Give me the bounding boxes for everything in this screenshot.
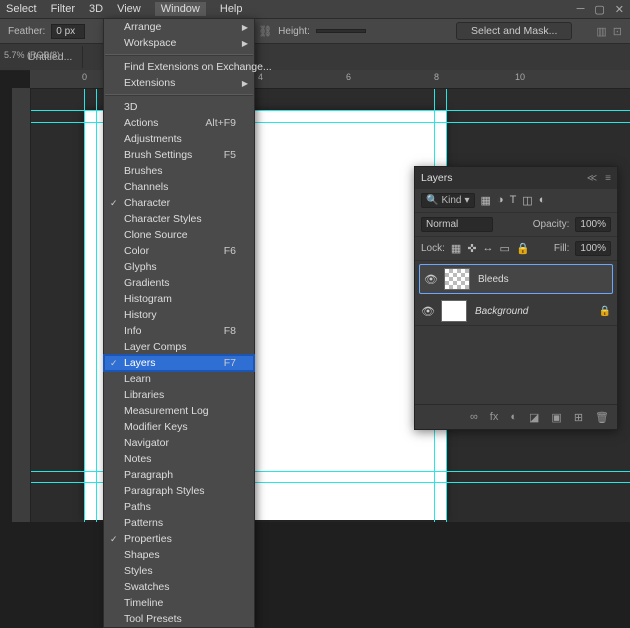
lock-fill-row: Lock: ▦✜↔▭🔒 Fill: 100% xyxy=(415,237,617,261)
layers-panel[interactable]: Layers ≪ ≡ 🔍 Kind ▾ ▦◑T◫◐ Normal Opacity:… xyxy=(414,166,618,430)
menu-item-history[interactable]: History xyxy=(104,307,254,323)
menu-item-learn[interactable]: Learn xyxy=(104,371,254,387)
layers-tab[interactable]: Layers xyxy=(421,172,453,184)
menu-item-brush-settings[interactable]: Brush SettingsF5 xyxy=(104,147,254,163)
lock-label: Lock: xyxy=(421,243,445,254)
close-icon[interactable]: ✕ xyxy=(615,3,624,16)
fill-label: Fill: xyxy=(554,243,570,254)
menu-item-channels[interactable]: Channels xyxy=(104,179,254,195)
menu-item-arrange[interactable]: Arrange▶ xyxy=(104,19,254,35)
select-and-mask-button[interactable]: Select and Mask... xyxy=(456,22,572,40)
lock-icons[interactable]: ▦✜↔▭🔒 xyxy=(451,242,530,255)
menu-item-modifier-keys[interactable]: Modifier Keys xyxy=(104,419,254,435)
panel-toggle-icon[interactable]: ▥ xyxy=(596,25,606,38)
adjustment-icon[interactable]: ◪ xyxy=(529,411,539,424)
menu-item-actions[interactable]: ActionsAlt+F9 xyxy=(104,115,254,131)
lock-icon: 🔒 xyxy=(599,306,611,317)
visibility-icon[interactable]: 👁 xyxy=(424,273,436,286)
menu-item-paragraph[interactable]: Paragraph xyxy=(104,467,254,483)
menu-item-adjustments[interactable]: Adjustments xyxy=(104,131,254,147)
menu-item-layers[interactable]: ✓LayersF7 xyxy=(104,355,254,371)
blend-mode-select[interactable]: Normal xyxy=(421,217,493,232)
fill-input[interactable]: 100% xyxy=(575,241,611,256)
height-label: Height: xyxy=(278,26,310,37)
menubar: Select Filter 3D View Window Help xyxy=(0,0,630,18)
new-layer-icon[interactable]: ⊞ xyxy=(574,411,583,424)
menu-item-patterns[interactable]: Patterns xyxy=(104,515,254,531)
menu-item-gradients[interactable]: Gradients xyxy=(104,275,254,291)
ruler-vertical xyxy=(12,88,31,522)
menu-item-histogram[interactable]: Histogram xyxy=(104,291,254,307)
link-layers-icon[interactable]: ∞ xyxy=(470,411,478,423)
feather-label: Feather: xyxy=(8,26,45,37)
fx-icon[interactable]: fx xyxy=(490,411,499,423)
menu-view[interactable]: View xyxy=(117,3,141,15)
blend-opacity-row: Normal Opacity: 100% xyxy=(415,213,617,237)
menu-3d[interactable]: 3D xyxy=(89,3,103,15)
window-menu-dropdown: Arrange▶Workspace▶ Find Extensions on Exc… xyxy=(103,18,255,628)
guide[interactable] xyxy=(96,88,97,522)
feather-input[interactable]: 0 px xyxy=(51,24,85,39)
menu-item-character-styles[interactable]: Character Styles xyxy=(104,211,254,227)
layer-thumbnail[interactable] xyxy=(441,300,467,322)
menu-item-find-extensions-on-exchange[interactable]: Find Extensions on Exchange... xyxy=(104,59,254,75)
window-controls: ─ ▢ ✕ xyxy=(577,3,624,16)
menu-item-shapes[interactable]: Shapes xyxy=(104,547,254,563)
menu-item-paths[interactable]: Paths xyxy=(104,499,254,515)
menu-item-workspace[interactable]: Workspace▶ xyxy=(104,35,254,51)
menu-item-measurement-log[interactable]: Measurement Log xyxy=(104,403,254,419)
panel-menu-icon[interactable]: ⊡ xyxy=(613,25,622,38)
opacity-input[interactable]: 100% xyxy=(575,217,611,232)
menu-item-3d[interactable]: 3D xyxy=(104,99,254,115)
menu-item-swatches[interactable]: Swatches xyxy=(104,579,254,595)
menu-item-extensions[interactable]: Extensions▶ xyxy=(104,75,254,91)
group-icon[interactable]: ▣ xyxy=(551,411,561,424)
layers-panel-footer: ∞ fx ◐ ◪ ▣ ⊞ 🗑 xyxy=(415,404,617,429)
menu-item-properties[interactable]: ✓Properties xyxy=(104,531,254,547)
layer-row-background[interactable]: 👁 Background 🔒 xyxy=(415,297,617,326)
menu-item-notes[interactable]: Notes xyxy=(104,451,254,467)
panel-collapse-icon[interactable]: ≪ xyxy=(587,173,597,184)
menu-item-libraries[interactable]: Libraries xyxy=(104,387,254,403)
menu-item-clone-source[interactable]: Clone Source xyxy=(104,227,254,243)
zoom-readout: 5.7% (RGB/8) xyxy=(4,50,60,60)
delete-layer-icon[interactable]: 🗑 xyxy=(595,411,609,424)
link-wh-icon[interactable]: ⛓ xyxy=(258,25,272,38)
panel-tabs: Layers ≪ ≡ xyxy=(415,167,617,189)
layer-thumbnail[interactable] xyxy=(444,268,470,290)
menu-item-styles[interactable]: Styles xyxy=(104,563,254,579)
layer-filter-kind[interactable]: 🔍 Kind ▾ xyxy=(421,193,475,208)
minimize-icon[interactable]: ─ xyxy=(577,3,585,16)
menu-item-info[interactable]: InfoF8 xyxy=(104,323,254,339)
mask-icon[interactable]: ◐ xyxy=(510,411,517,423)
panel-menu-icon[interactable]: ≡ xyxy=(605,173,611,184)
layer-name[interactable]: Bleeds xyxy=(478,274,509,285)
options-bar: Feather: 0 px ⇄ W: ⛓ Height: Select and … xyxy=(0,18,630,44)
menu-help[interactable]: Help xyxy=(220,3,243,15)
menu-item-color[interactable]: ColorF6 xyxy=(104,243,254,259)
menu-select[interactable]: Select xyxy=(6,3,37,15)
opacity-label: Opacity: xyxy=(533,219,570,230)
layer-filter-row: 🔍 Kind ▾ ▦◑T◫◐ xyxy=(415,189,617,213)
menu-item-paragraph-styles[interactable]: Paragraph Styles xyxy=(104,483,254,499)
layer-name[interactable]: Background xyxy=(475,306,528,317)
menu-item-glyphs[interactable]: Glyphs xyxy=(104,259,254,275)
maximize-icon[interactable]: ▢ xyxy=(594,3,604,16)
menu-filter[interactable]: Filter xyxy=(51,3,75,15)
menu-item-timeline[interactable]: Timeline xyxy=(104,595,254,611)
menu-item-tool-presets[interactable]: Tool Presets xyxy=(104,611,254,627)
visibility-icon[interactable]: 👁 xyxy=(421,305,433,318)
menu-item-layer-comps[interactable]: Layer Comps xyxy=(104,339,254,355)
menu-window[interactable]: Window xyxy=(155,2,206,16)
height-input[interactable] xyxy=(316,29,366,33)
layer-row-bleeds[interactable]: 👁 Bleeds xyxy=(419,264,613,294)
document-tabs: Untitled... xyxy=(0,44,630,71)
menu-item-brushes[interactable]: Brushes xyxy=(104,163,254,179)
filter-icons[interactable]: ▦◑T◫◐ xyxy=(481,194,546,207)
guide[interactable] xyxy=(84,88,85,522)
menu-item-character[interactable]: ✓Character xyxy=(104,195,254,211)
menu-item-navigator[interactable]: Navigator xyxy=(104,435,254,451)
